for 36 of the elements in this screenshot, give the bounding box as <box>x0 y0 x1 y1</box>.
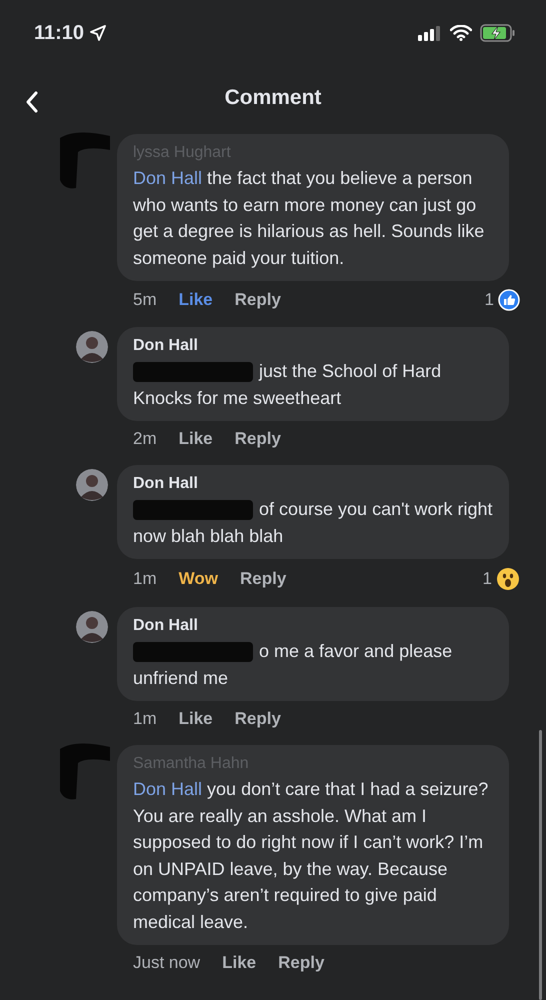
author-name[interactable]: Don Hall <box>133 617 495 635</box>
wifi-icon <box>450 25 472 41</box>
reaction-button[interactable]: Wow <box>178 569 218 589</box>
reaction-count: 1 <box>484 290 494 310</box>
reply-button[interactable]: Reply <box>278 953 324 973</box>
location-arrow-icon <box>90 25 106 41</box>
reaction-button[interactable]: Like <box>222 953 256 973</box>
comment-time: Just now <box>133 953 200 973</box>
page-title: Comment <box>224 86 322 110</box>
signal-icon <box>418 25 442 41</box>
thumbs-up-icon <box>498 289 520 311</box>
reply-button[interactable]: Reply <box>234 429 281 449</box>
comment-text: Don Hall you don’t care that I had a seizure? You are really an asshole. What am I supposed to do right now if I can’t work? I’m on UNPAID leave, by the way. Because company’s aren’t required to give paid medical leave. <box>133 778 490 934</box>
comment-text: Don Hall the fact that you believe a person who wants to earn more money can just go get a degree is hilarious as hell. Sounds like someone paid your tuition. <box>133 167 486 270</box>
author-name[interactable]: Don Hall <box>133 337 495 355</box>
reaction-count: 1 <box>482 569 492 589</box>
reaction-button[interactable]: Like <box>178 709 213 729</box>
comment-time: 1m <box>133 569 157 589</box>
comment-time: 1m <box>133 709 157 729</box>
avatar[interactable] <box>76 331 108 363</box>
surprised-emoji-icon <box>496 567 520 591</box>
battery-charging-icon <box>480 24 516 42</box>
comment-text: just the School of Hard Knocks for me sweetheart <box>133 360 442 410</box>
reply-button[interactable]: Reply <box>234 290 281 310</box>
clock-time: 11:10 <box>34 22 84 44</box>
reaction-button[interactable]: Like <box>178 290 213 310</box>
avatar[interactable] <box>76 469 108 501</box>
reaction-button[interactable]: Like <box>178 429 213 449</box>
comment-time: 5m <box>133 290 157 310</box>
comment-time: 2m <box>133 429 157 449</box>
comment-text: of course you can't work right now blah blah blah <box>133 498 494 548</box>
avatar[interactable] <box>76 611 108 643</box>
reply-button[interactable]: Reply <box>240 569 286 589</box>
comment-text: o me a favor and please unfriend me <box>133 640 454 690</box>
reply-button[interactable]: Reply <box>234 709 281 729</box>
author-name[interactable]: Don Hall <box>133 475 495 493</box>
